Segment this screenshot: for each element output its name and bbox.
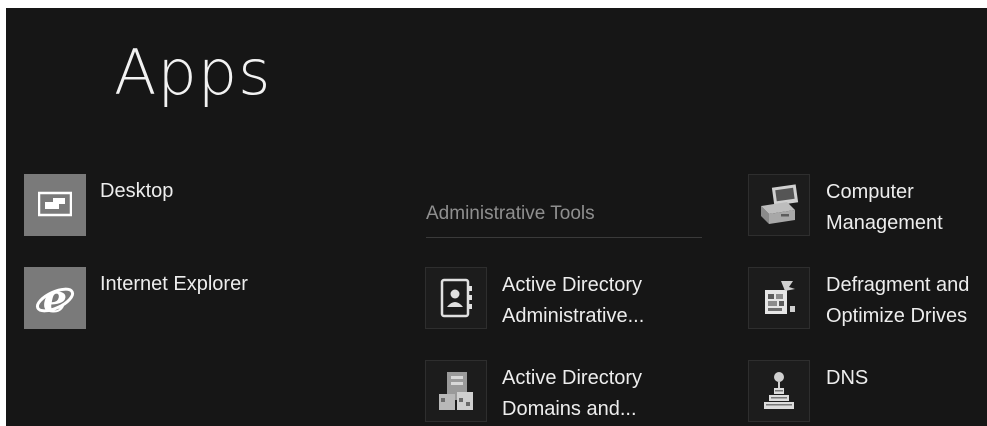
app-label-line1: Computer: [826, 181, 914, 203]
group-divider: [426, 237, 702, 238]
start-apps-screen: Apps Desktop e Internet Explorer Adminis…: [6, 8, 987, 426]
svg-text:e: e: [43, 277, 67, 319]
ad-admin-center-tile[interactable]: [425, 267, 487, 329]
computer-management-icon: [757, 184, 801, 226]
desktop-tile[interactable]: [24, 174, 86, 236]
internet-explorer-icon: e: [34, 277, 76, 319]
app-label-ad-admin-center[interactable]: Active Directory Administrative...: [502, 270, 644, 332]
dns-icon: [761, 370, 797, 412]
dns-tile[interactable]: [748, 360, 810, 422]
app-label-defragment[interactable]: Defragment and Optimize Drives: [826, 270, 969, 332]
defragment-icon: [759, 278, 799, 318]
computer-management-tile[interactable]: [748, 174, 810, 236]
app-label-line2: Administrative...: [502, 305, 645, 327]
app-label-line1: Active Directory: [502, 367, 643, 389]
internet-explorer-tile[interactable]: e: [24, 267, 86, 329]
app-label-desktop[interactable]: Desktop: [100, 176, 173, 207]
app-label-computer-management[interactable]: Computer Management: [826, 177, 943, 239]
app-label-line2: Domains and...: [502, 398, 637, 420]
group-header-administrative-tools: Administrative Tools: [426, 203, 595, 224]
app-label-internet-explorer[interactable]: Internet Explorer: [100, 269, 248, 300]
app-label-line1: Active Directory: [502, 274, 643, 296]
ad-domains-trusts-tile[interactable]: [425, 360, 487, 422]
app-label-ad-domains-trusts[interactable]: Active Directory Domains and...: [502, 363, 642, 425]
defragment-tile[interactable]: [748, 267, 810, 329]
page-title: Apps: [114, 36, 272, 109]
domains-trusts-icon: [435, 370, 477, 412]
app-label-line1: DNS: [826, 367, 869, 389]
app-label-line1: Defragment and: [826, 274, 970, 296]
app-label-dns[interactable]: DNS: [826, 363, 868, 394]
app-label-line2: Optimize Drives: [826, 305, 968, 327]
desktop-icon: [38, 191, 72, 219]
app-label-line2: Management: [826, 212, 943, 234]
address-book-icon: [439, 278, 473, 318]
